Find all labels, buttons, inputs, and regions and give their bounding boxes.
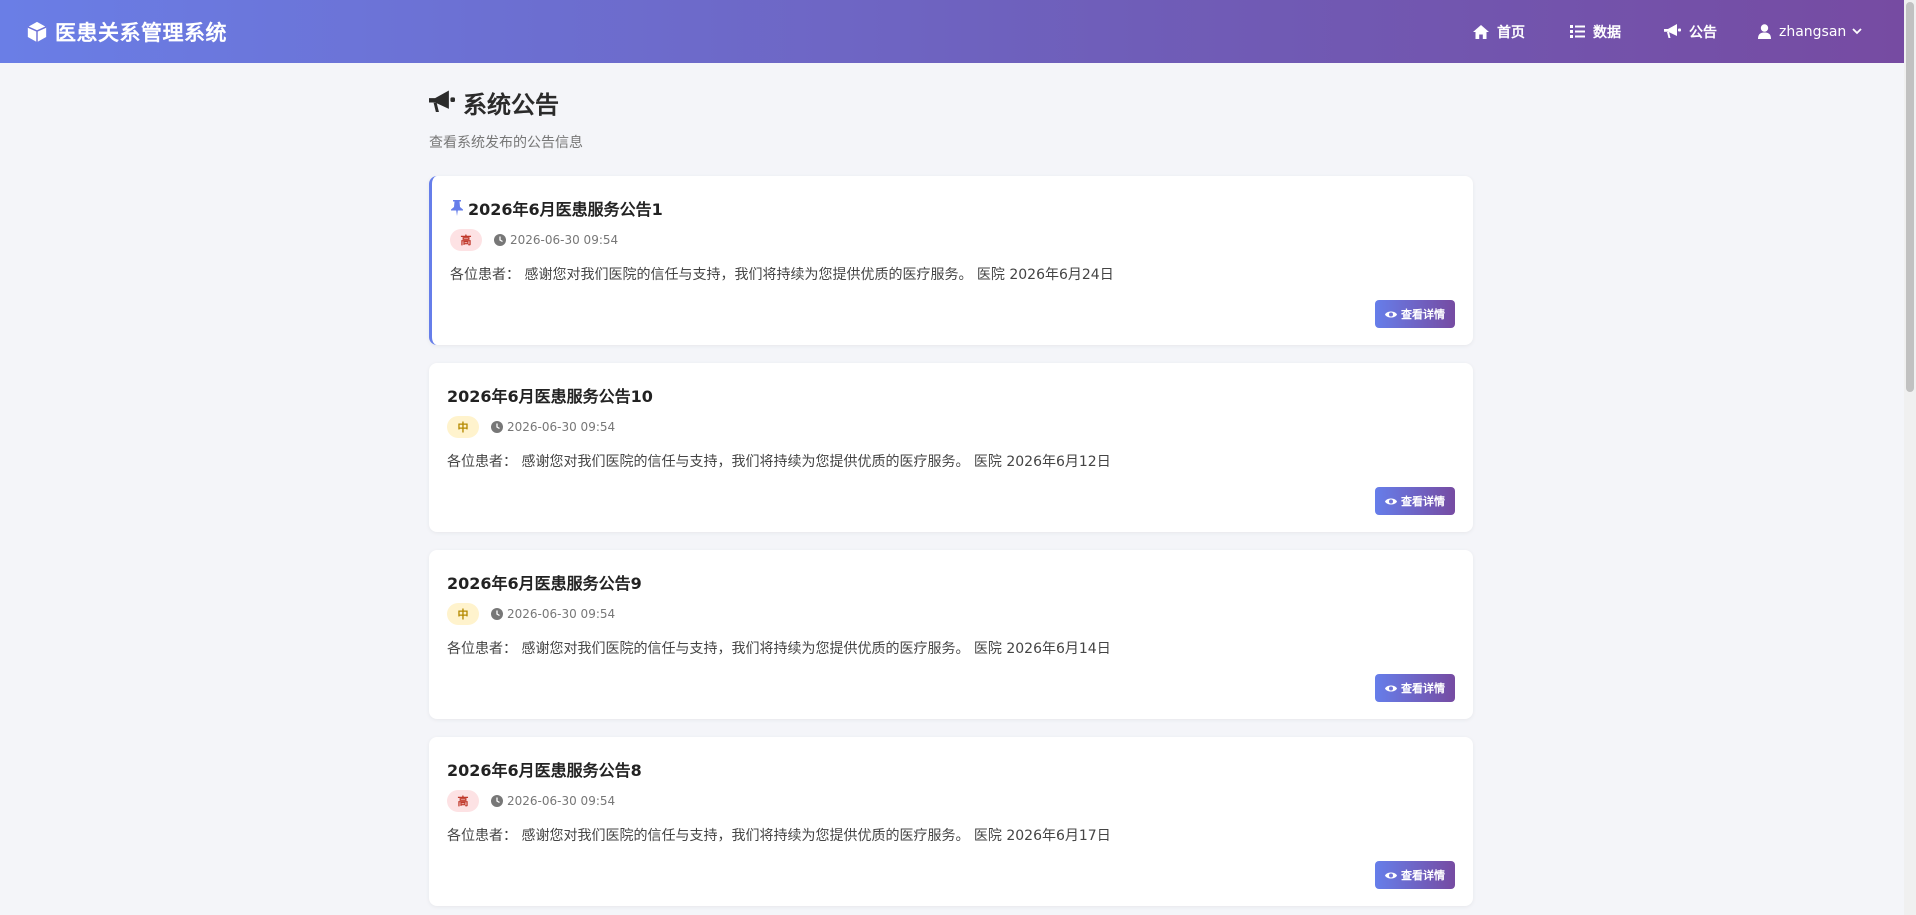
view-detail-label: 查看详情 [1401,682,1445,695]
notice-time: 2026-06-30 09:54 [494,233,618,247]
page-header: 系统公告 查看系统发布的公告信息 [429,84,583,152]
bullhorn-icon [1664,24,1681,38]
view-detail-button[interactable]: 查看详情 [1375,300,1455,328]
list-icon [1570,25,1585,38]
clock-icon [491,795,503,807]
view-detail-button[interactable]: 查看详情 [1375,861,1455,889]
notice-title: 2026年6月医患服务公告8 [447,757,642,781]
app-brand[interactable]: 医患关系管理系统 [26,0,227,63]
notice-time-text: 2026-06-30 09:54 [507,794,616,808]
view-detail-button[interactable]: 查看详情 [1375,487,1455,515]
notice-content: 各位患者： 感谢您对我们医院的信任与支持，我们将持续为您提供优质的医疗服务。 医… [447,454,1111,470]
priority-badge: 高 [450,229,482,251]
notice-title: 2026年6月医患服务公告10 [447,383,653,407]
notice-title-text: 2026年6月医患服务公告10 [447,387,653,406]
notice-meta: 中 2026-06-30 09:54 [447,603,615,625]
priority-badge: 高 [447,790,479,812]
clock-icon [491,421,503,433]
nav-data-label: 数据 [1593,24,1621,41]
view-detail-label: 查看详情 [1401,308,1445,321]
cube-icon [27,21,47,42]
view-detail-label: 查看详情 [1401,869,1445,882]
notice-content: 各位患者： 感谢您对我们医院的信任与支持，我们将持续为您提供优质的医疗服务。 医… [447,828,1111,844]
eye-icon [1385,685,1397,691]
notice-title: 2026年6月医患服务公告9 [447,570,642,594]
notice-title-text: 2026年6月医患服务公告8 [447,761,642,780]
notice-title: 2026年6月医患服务公告1 [450,196,663,220]
notice-content: 各位患者： 感谢您对我们医院的信任与支持，我们将持续为您提供优质的医疗服务。 医… [450,267,1114,283]
home-icon [1473,24,1489,39]
page-subtitle: 查看系统发布的公告信息 [429,135,583,151]
chevron-down-icon [1852,28,1862,35]
bullhorn-icon [429,90,455,112]
user-menu-dropdown[interactable]: zhangsan [1758,0,1870,63]
username: zhangsan [1779,23,1847,40]
notice-time: 2026-06-30 09:54 [491,607,615,621]
notice-time: 2026-06-30 09:54 [491,420,615,434]
notice-meta: 中 2026-06-30 09:54 [447,416,615,438]
notice-card: 2026年6月医患服务公告8 高 2026-06-30 09:54 各位患者： … [429,737,1473,906]
nav-home-label: 首页 [1497,24,1525,41]
app-title: 医患关系管理系统 [55,20,227,45]
notice-meta: 高 2026-06-30 09:54 [450,229,618,251]
view-detail-button[interactable]: 查看详情 [1375,674,1455,702]
priority-badge: 中 [447,416,479,438]
notice-card: 2026年6月医患服务公告1 高 2026-06-30 09:54 各位患者： … [429,176,1473,345]
notice-card: 2026年6月医患服务公告9 中 2026-06-30 09:54 各位患者： … [429,550,1473,719]
scrollbar-thumb[interactable] [1906,2,1914,392]
notice-time-text: 2026-06-30 09:54 [507,607,616,621]
notice-time-text: 2026-06-30 09:54 [510,233,619,247]
notice-meta: 高 2026-06-30 09:54 [447,790,615,812]
clock-icon [491,608,503,620]
top-navbar: 医患关系管理系统 首页 数据 公告 zhangsan [0,0,1904,63]
pin-icon [451,200,463,216]
notice-time-text: 2026-06-30 09:54 [507,420,616,434]
nav-notice-label: 公告 [1689,24,1717,41]
eye-icon [1385,498,1397,504]
nav-home-link[interactable]: 首页 [1473,0,1525,63]
nav-notice-link[interactable]: 公告 [1664,0,1717,63]
priority-badge: 中 [447,603,479,625]
notice-title-text: 2026年6月医患服务公告1 [468,200,663,219]
page-scrollbar[interactable] [1904,0,1916,915]
eye-icon [1385,311,1397,317]
page-title: 系统公告 [429,84,583,120]
view-detail-label: 查看详情 [1401,495,1445,508]
nav-data-link[interactable]: 数据 [1570,0,1621,63]
notice-title-text: 2026年6月医患服务公告9 [447,574,642,593]
user-icon [1758,24,1771,39]
page-title-text: 系统公告 [463,90,559,119]
clock-icon [494,234,506,246]
notice-content: 各位患者： 感谢您对我们医院的信任与支持，我们将持续为您提供优质的医疗服务。 医… [447,641,1111,657]
eye-icon [1385,872,1397,878]
notice-time: 2026-06-30 09:54 [491,794,615,808]
notice-card: 2026年6月医患服务公告10 中 2026-06-30 09:54 各位患者：… [429,363,1473,532]
